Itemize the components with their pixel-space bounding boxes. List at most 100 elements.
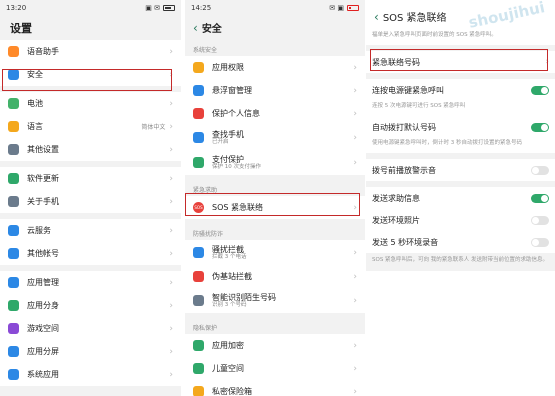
- clone-icon: [8, 300, 19, 311]
- chevron-right-icon: ›: [353, 271, 357, 282]
- account-icon: [8, 248, 19, 259]
- settings-group: 语音助手 › 安全 ›: [0, 40, 181, 86]
- mic-icon: [8, 46, 19, 57]
- list-item[interactable]: 其他帐号 ›: [0, 242, 181, 265]
- contact-number-row[interactable]: 紧急联络号码 ›: [366, 51, 555, 73]
- settings-group: 应用权限 › 悬浮窗管理 › 保护个人信息 › 查找手机 已开启 › 支付保护 保护 10 次支付操…: [185, 56, 365, 175]
- intro-text: 福单是入紧急呼叫页面时前设置的 SOS 紧急呼叫。: [372, 32, 497, 38]
- row-label: SOS 紧急联络: [212, 203, 263, 212]
- section-header: 紧急求助: [193, 187, 218, 194]
- page-title: SOS 紧急联络: [382, 13, 447, 24]
- status-time: 13:20: [6, 4, 27, 12]
- gear-icon: [8, 144, 19, 155]
- chevron-right-icon: ›: [353, 202, 357, 213]
- back-icon[interactable]: ‹: [374, 10, 379, 24]
- back-icon[interactable]: ‹: [193, 21, 198, 35]
- settings-panel: 13:20 ▣ ✉ 设置 语音助手 › 安全 › 电池 › 语言 简体中文 › 其他设置 › 软件…: [0, 0, 181, 396]
- list-item[interactable]: SOS SOS 紧急联络 ›: [185, 196, 365, 219]
- row-label: 软件更新: [27, 174, 59, 183]
- chevron-right-icon: ›: [169, 323, 173, 334]
- list-item[interactable]: 电池 ›: [0, 92, 181, 115]
- row-subtitle: 拦截 3 个电话: [212, 253, 247, 260]
- row-label: 云服务: [27, 226, 51, 235]
- permission-icon: [193, 62, 204, 73]
- chevron-right-icon: ›: [353, 247, 357, 258]
- row-label: 游戏空间: [27, 324, 59, 333]
- settings-group: SOS SOS 紧急联络 ›: [185, 196, 365, 219]
- list-item[interactable]: 儿童空间 ›: [185, 357, 365, 380]
- row-label: 伪基站拦截: [212, 272, 252, 281]
- settings-group: 软件更新 › 关于手机 ›: [0, 167, 181, 213]
- list-item[interactable]: 安全 ›: [0, 63, 181, 86]
- list-item[interactable]: 应用分屏 ›: [0, 340, 181, 363]
- list-item[interactable]: 应用权限 ›: [185, 56, 365, 79]
- row-label: 悬浮窗管理: [212, 86, 252, 95]
- list-item[interactable]: 其他设置 ›: [0, 138, 181, 161]
- list-item[interactable]: 语音助手 ›: [0, 40, 181, 63]
- list-item[interactable]: 私密保险箱 ›: [185, 380, 365, 396]
- chevron-right-icon: ›: [169, 98, 173, 109]
- list-item[interactable]: 伪基站拦截 ›: [185, 265, 365, 288]
- toggle-description: 使用电源键紧急呼叫时，倒计时 3 秒自动拨打设置的紧急号码: [372, 140, 522, 147]
- chevron-right-icon: ›: [169, 173, 173, 184]
- apps-icon: [8, 277, 19, 288]
- list-item[interactable]: 智能识别陌生号码 识别 3 个号码 ›: [185, 288, 365, 313]
- chevron-right-icon: ›: [169, 46, 173, 57]
- list-item[interactable]: 悬浮窗管理 ›: [185, 79, 365, 102]
- settings-group: 应用加密 › 儿童空间 › 私密保险箱 ›: [185, 334, 365, 396]
- status-time: 14:25: [191, 4, 212, 12]
- sos-panel: ‹ SOS 紧急联络 shoujihui 福单是入紧急呼叫页面时前设置的 SOS…: [366, 0, 555, 396]
- update-icon: [8, 173, 19, 184]
- toggle-switch[interactable]: [531, 122, 549, 132]
- toggle-label: 连按电源键紧急呼叫: [372, 85, 444, 95]
- payment-icon: [193, 157, 204, 168]
- section-header: 系统安全: [193, 47, 218, 54]
- list-item[interactable]: 保护个人信息 ›: [185, 102, 365, 125]
- block-icon: [193, 247, 204, 258]
- list-item[interactable]: 关于手机 ›: [0, 190, 181, 213]
- list-item[interactable]: 支付保护 保护 10 次支付操作 ›: [185, 150, 365, 175]
- row-label: 语音助手: [27, 47, 59, 56]
- toggle-switch[interactable]: [531, 85, 549, 95]
- toggle-switch[interactable]: [531, 193, 549, 203]
- list-item[interactable]: 云服务 ›: [0, 219, 181, 242]
- row-subtitle: 已开启: [212, 138, 229, 145]
- battery-indicator-icon: [163, 5, 175, 11]
- list-item[interactable]: 应用管理 ›: [0, 271, 181, 294]
- status-bar: 14:25 ✉ ▣: [185, 0, 365, 16]
- row-label: 查找手机: [212, 129, 244, 139]
- row-subtitle: 识别 3 个号码: [212, 301, 247, 308]
- status-bar: 13:20 ▣ ✉: [0, 0, 181, 16]
- page-title: 安全: [201, 24, 222, 35]
- toggle-switch[interactable]: [531, 215, 549, 225]
- toggle-switch[interactable]: [531, 165, 549, 175]
- row-text: 支付保护 保护 10 次支付操作: [212, 155, 353, 171]
- list-item[interactable]: 应用分身 ›: [0, 294, 181, 317]
- screen: 13:20 ▣ ✉ 设置 语音助手 › 安全 › 电池 › 语言 简体中文 › 其他设置 › 软件…: [0, 0, 555, 396]
- row-label: 保护个人信息: [212, 109, 260, 118]
- list-item[interactable]: 语言 简体中文 ›: [0, 115, 181, 138]
- chevron-right-icon: ›: [169, 144, 173, 155]
- toggle-description: 连按 5 次电源键可进行 SOS 紧急呼叫: [372, 103, 466, 110]
- list-item[interactable]: 系统应用 ›: [0, 363, 181, 386]
- battery-icon: [8, 98, 19, 109]
- security-panel: 14:25 ✉ ▣ ‹ 安全 系统安全 应用权限 › 悬浮窗管理 › 保护个人信息 › 查找…: [185, 0, 365, 396]
- list-item[interactable]: 骚扰拦截 拦截 3 个电话 ›: [185, 240, 365, 265]
- chevron-right-icon: ›: [353, 132, 357, 143]
- game-icon: [8, 323, 19, 334]
- footer-text: SOS 紧急呼叫后，可向 我的紧急联系人 发送附带当前位置的求助信息。: [366, 253, 555, 271]
- toggle-switch[interactable]: [531, 237, 549, 247]
- row-label: 关于手机: [27, 197, 59, 206]
- list-item[interactable]: 软件更新 ›: [0, 167, 181, 190]
- list-item[interactable]: 游戏空间 ›: [0, 317, 181, 340]
- row-label: 私密保险箱: [212, 387, 252, 396]
- row-label: 应用权限: [212, 63, 244, 72]
- row-value: 简体中文: [141, 124, 166, 131]
- toggle-row: 自动拨打默认号码: [366, 116, 555, 138]
- list-item[interactable]: 应用加密 ›: [185, 334, 365, 357]
- row-label: 应用管理: [27, 278, 59, 287]
- contact-number-label: 紧急联络号码: [372, 57, 420, 67]
- chevron-right-icon: ›: [169, 369, 173, 380]
- chevron-right-icon: ›: [169, 225, 173, 236]
- list-item[interactable]: 查找手机 已开启 ›: [185, 125, 365, 150]
